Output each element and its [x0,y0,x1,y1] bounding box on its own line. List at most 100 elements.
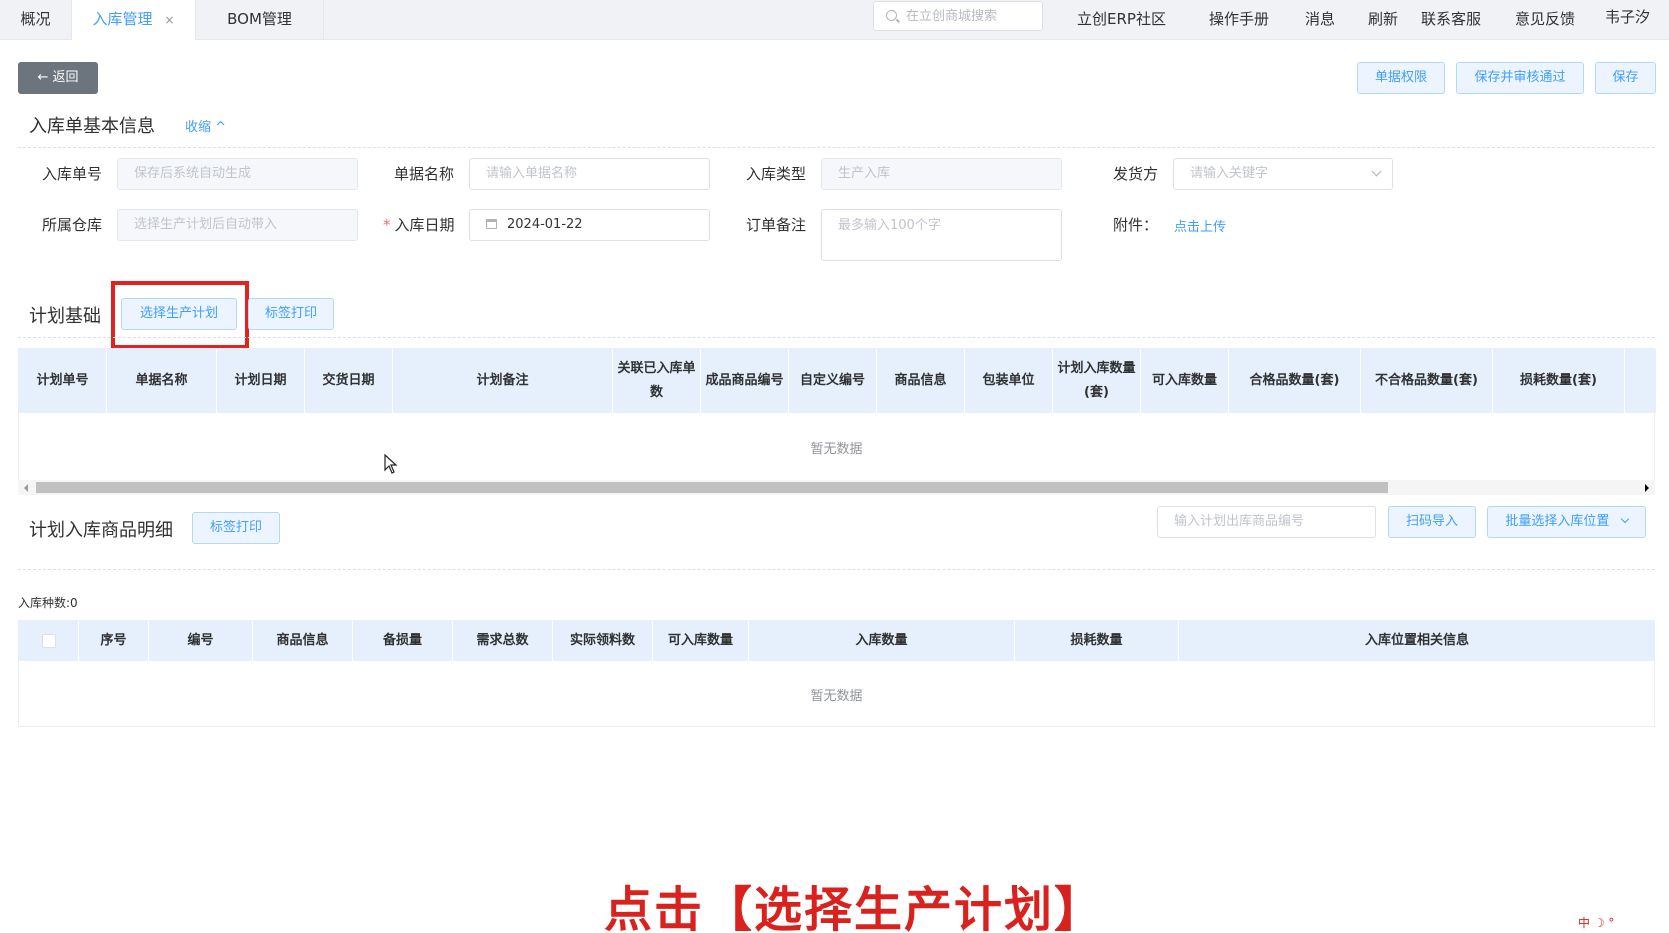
order-no-field: 保存后系统自动生成 [117,158,358,190]
user-name[interactable]: 韦子汐 [1605,6,1650,27]
column-header: 可入库数量 [653,621,749,661]
column-header: 需求总数 [453,621,553,661]
upload-link[interactable]: 点击上传 [1174,216,1226,235]
select-all-checkbox[interactable] [41,634,56,648]
date-label: * 入库日期 [383,214,455,235]
plan-item-search-input[interactable]: 输入计划出库商品编号 [1157,506,1376,538]
column-header: 计划日期 [217,349,305,413]
warehouse-label: 所属仓库 [42,216,103,234]
shipper-select[interactable]: 请输入关键字 [1173,158,1393,190]
tab-overview[interactable]: 概况 [0,0,72,40]
divider [18,337,1655,338]
batch-location-label: 批量选择入库位置 [1505,514,1610,529]
collapse-link[interactable]: 收缩 ^ [185,116,226,135]
horizontal-scrollbar[interactable] [18,480,1655,495]
back-button[interactable]: ← 返回 [18,62,98,94]
type-label: 入库类型 [746,165,807,183]
global-search[interactable] [873,1,1043,31]
detail-title: 计划入库商品明细 [29,520,173,541]
column-header: 入库位置相关信息 [1179,621,1656,661]
search-icon [886,10,897,21]
scan-import-button[interactable]: 扫码导入 [1388,506,1476,538]
doc-name-field[interactable]: 请输入单据名称 [469,158,710,190]
global-search-input[interactable] [906,6,1036,26]
basic-info-title: 入库单基本信息 [29,116,155,137]
top-bar: 概况 入库管理 × BOM管理 立创ERP社区 操作手册 消息 刷新 联系客服 意… [0,0,1669,40]
scroll-left-icon[interactable] [24,484,28,492]
column-header: 计划备注 [393,349,613,413]
type-field: 生产入库 [821,158,1062,190]
date-picker[interactable]: 2024-01-22 [469,209,710,241]
column-header: 计划单号 [19,349,107,413]
column-header: 不合格品数量(套) [1361,349,1493,413]
column-header: 合格品数量(套) [1229,349,1361,413]
column-header: 编号 [149,621,253,661]
calendar-icon [486,219,497,229]
divider [18,147,1655,148]
tab-overview-label: 概况 [20,10,51,28]
plan-label-print-button[interactable]: 标签打印 [248,298,334,330]
mouse-cursor-icon [384,454,398,474]
link-community[interactable]: 立创ERP社区 [1077,8,1166,29]
date-label-text: 入库日期 [394,216,455,234]
column-header: 交货日期 [305,349,393,413]
batch-location-button[interactable]: 批量选择入库位置 [1487,506,1646,538]
column-header: 序号 [79,621,149,661]
tutorial-caption: 点击【选择生产计划】 [604,882,1105,933]
column-header: 自定义编号 [789,349,877,413]
scroll-right-icon[interactable] [1645,484,1649,492]
ime-indicator: 中 ☽ ° [1578,916,1615,930]
remark-textarea[interactable]: 最多输入100个字 [821,209,1062,261]
plan-table-header: 计划单号 单据名称 计划日期 交货日期 计划备注 关联已入库单数 成品商品编号 … [19,349,1656,413]
order-no-label: 入库单号 [42,165,103,183]
column-header: 包装单位 [965,349,1053,413]
chevron-down-icon [1620,514,1629,524]
link-refresh[interactable]: 刷新 [1368,8,1398,29]
attach-label: 附件： [1113,216,1159,234]
link-feedback[interactable]: 意见反馈 [1515,8,1575,29]
column-header: 成品商品编号 [701,349,789,413]
column-header: 商品信息 [877,349,965,413]
column-header: 入库数量 [749,621,1015,661]
scroll-thumb[interactable] [36,482,1388,493]
detail-table: 序号 编号 商品信息 备损量 需求总数 实际领料数 可入库数量 入库数量 损耗数… [18,620,1656,727]
tab-stock-in-label: 入库管理 [92,10,153,28]
link-support[interactable]: 联系客服 [1421,8,1481,29]
column-header: 计划入库数量(套) [1053,349,1141,413]
plan-empty-text: 暂无数据 [810,442,863,457]
date-value: 2024-01-22 [507,217,583,232]
column-header: 损耗数量 [1015,621,1179,661]
column-header: 可入库数量 [1141,349,1229,413]
tab-bom-label: BOM管理 [227,10,292,28]
select-all-cell [19,621,79,661]
save-button[interactable]: 保存 [1595,62,1656,94]
highlight-box [111,281,249,349]
plan-title: 计划基础 [29,306,101,327]
chevron-down-icon [1371,166,1382,177]
detail-empty-text: 暂无数据 [810,689,863,704]
column-header: 实际领料数 [553,621,653,661]
column-header: 损耗数量(套) [1493,349,1625,413]
save-approve-button[interactable]: 保存并审核通过 [1456,62,1584,94]
column-header: 备损量 [353,621,453,661]
close-icon[interactable]: × [164,13,174,27]
link-manual[interactable]: 操作手册 [1209,8,1269,29]
plan-table: 计划单号 单据名称 计划日期 交货日期 计划备注 关联已入库单数 成品商品编号 … [18,348,1656,495]
doc-permission-button[interactable]: 单据权限 [1357,62,1445,94]
doc-name-label: 单据名称 [394,165,455,183]
tab-bom[interactable]: BOM管理 [196,0,324,40]
column-header: 商品信息 [253,621,353,661]
warehouse-field: 选择生产计划后自动带入 [117,209,358,241]
tab-stock-in[interactable]: 入库管理 × [72,0,196,40]
detail-table-header: 序号 编号 商品信息 备损量 需求总数 实际领料数 可入库数量 入库数量 损耗数… [19,621,1656,661]
column-header: 关联已入库单数 [613,349,701,413]
remark-label: 订单备注 [746,216,807,234]
shipper-placeholder: 请输入关键字 [1190,166,1269,181]
link-messages[interactable]: 消息 [1305,8,1335,29]
divider [18,569,1655,570]
column-header: 单据名称 [107,349,217,413]
detail-label-print-button[interactable]: 标签打印 [192,512,280,544]
shipper-label: 发货方 [1113,165,1159,183]
stock-in-kinds: 入库种数:0 [18,596,78,610]
required-mark: * [383,216,391,234]
